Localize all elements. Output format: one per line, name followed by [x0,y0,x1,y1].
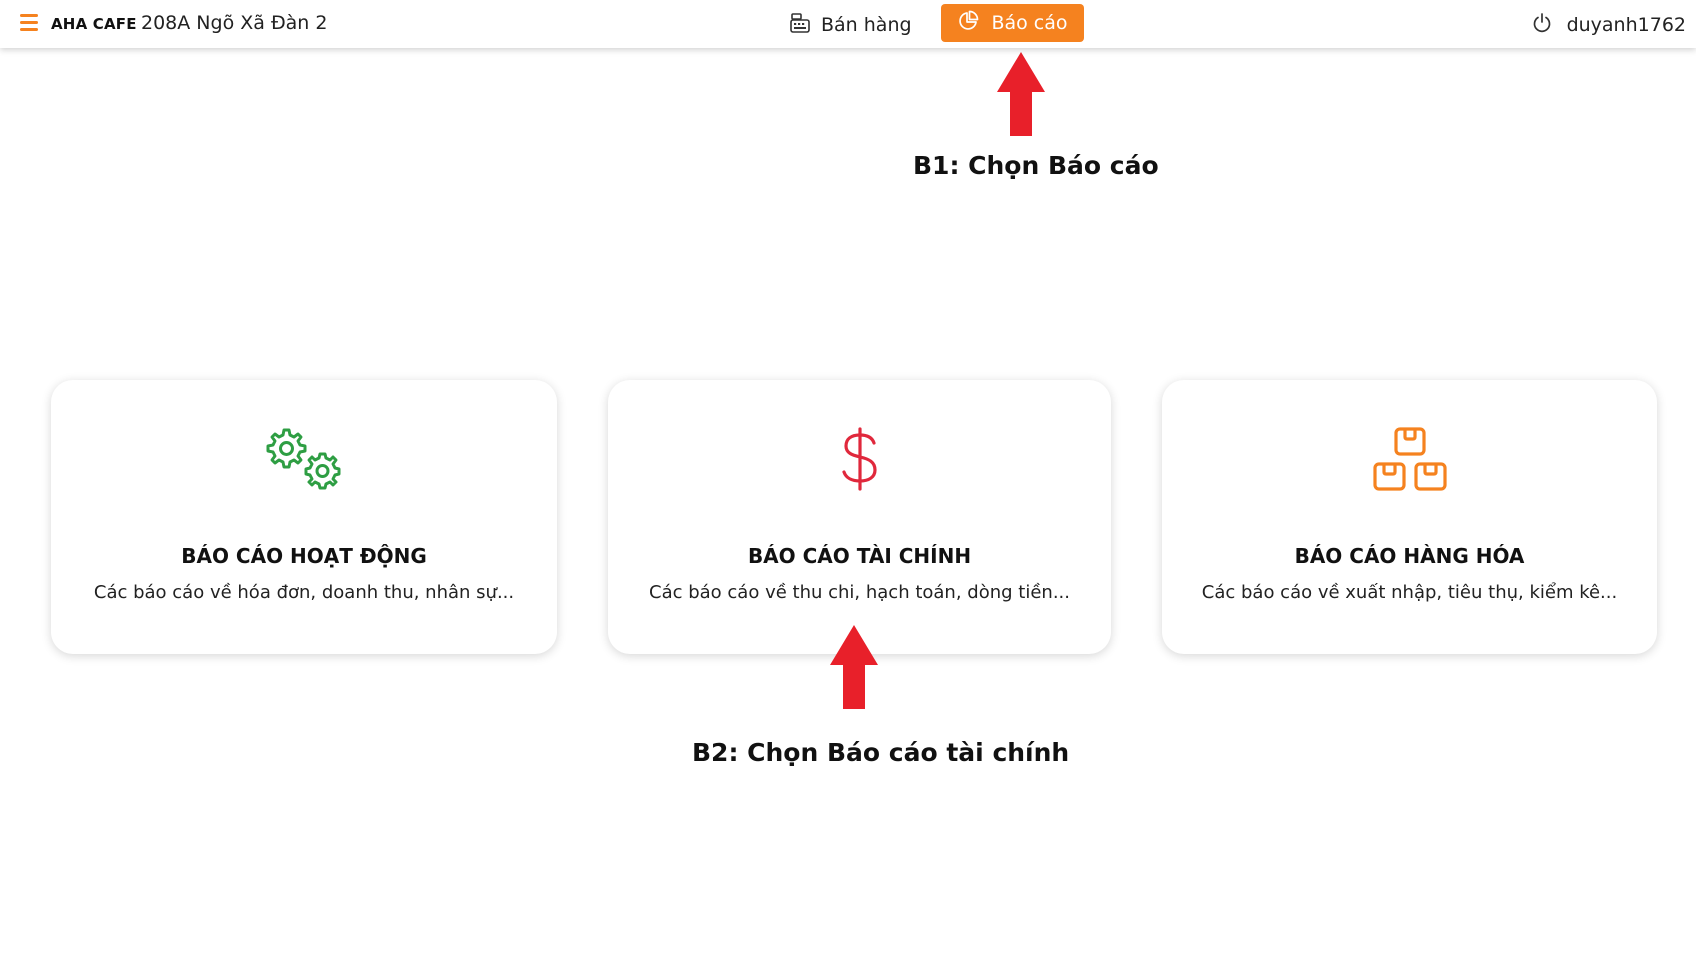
gears-icon [51,426,557,490]
nav-sell-button[interactable]: Bán hàng [789,10,912,40]
step1-annotation: B1: Chọn Báo cáo [913,151,1159,180]
step1-arrow [997,52,1045,136]
nav-report-button[interactable]: Báo cáo [941,4,1084,42]
brand-name: AHA CAFE [51,15,137,33]
report-card-finance[interactable]: BÁO CÁO TÀI CHÍNH Các báo cáo về thu chi… [608,380,1111,654]
nav-sell-label: Bán hàng [821,14,912,36]
card-title: BÁO CÁO HOẠT ĐỘNG [181,544,427,568]
user-menu[interactable]: duyanh1762 [1531,10,1686,40]
boxes-icon [1162,426,1657,491]
card-description: Các báo cáo về hóa đơn, doanh thu, nhân … [93,582,515,603]
step2-arrow [830,625,878,709]
dollar-icon [608,426,1111,491]
card-title: BÁO CÁO HÀNG HÓA [1294,544,1525,568]
card-title: BÁO CÁO TÀI CHÍNH [747,544,972,568]
report-card-goods[interactable]: BÁO CÁO HÀNG HÓA Các báo cáo về xuất nhậ… [1162,380,1657,654]
hamburger-menu-icon[interactable] [20,14,38,34]
username: duyanh1762 [1566,14,1686,36]
step2-annotation: B2: Chọn Báo cáo tài chính [692,738,1070,767]
report-card-activity[interactable]: BÁO CÁO HOẠT ĐỘNG Các báo cáo về hóa đơn… [51,380,557,654]
cash-register-icon [789,12,811,39]
card-description: Các báo cáo về xuất nhập, tiêu thụ, kiểm… [1201,582,1618,603]
nav-report-label: Báo cáo [991,12,1068,34]
card-description: Các báo cáo về thu chi, hạch toán, dòng … [649,582,1070,603]
store-selector[interactable]: 208A Ngõ Xã Đàn 2 [141,12,327,34]
pie-chart-icon [957,10,979,37]
top-navigation-bar: AHA CAFE 208A Ngõ Xã Đàn 2 Bán hàng Báo … [0,0,1696,48]
power-icon [1531,12,1553,39]
